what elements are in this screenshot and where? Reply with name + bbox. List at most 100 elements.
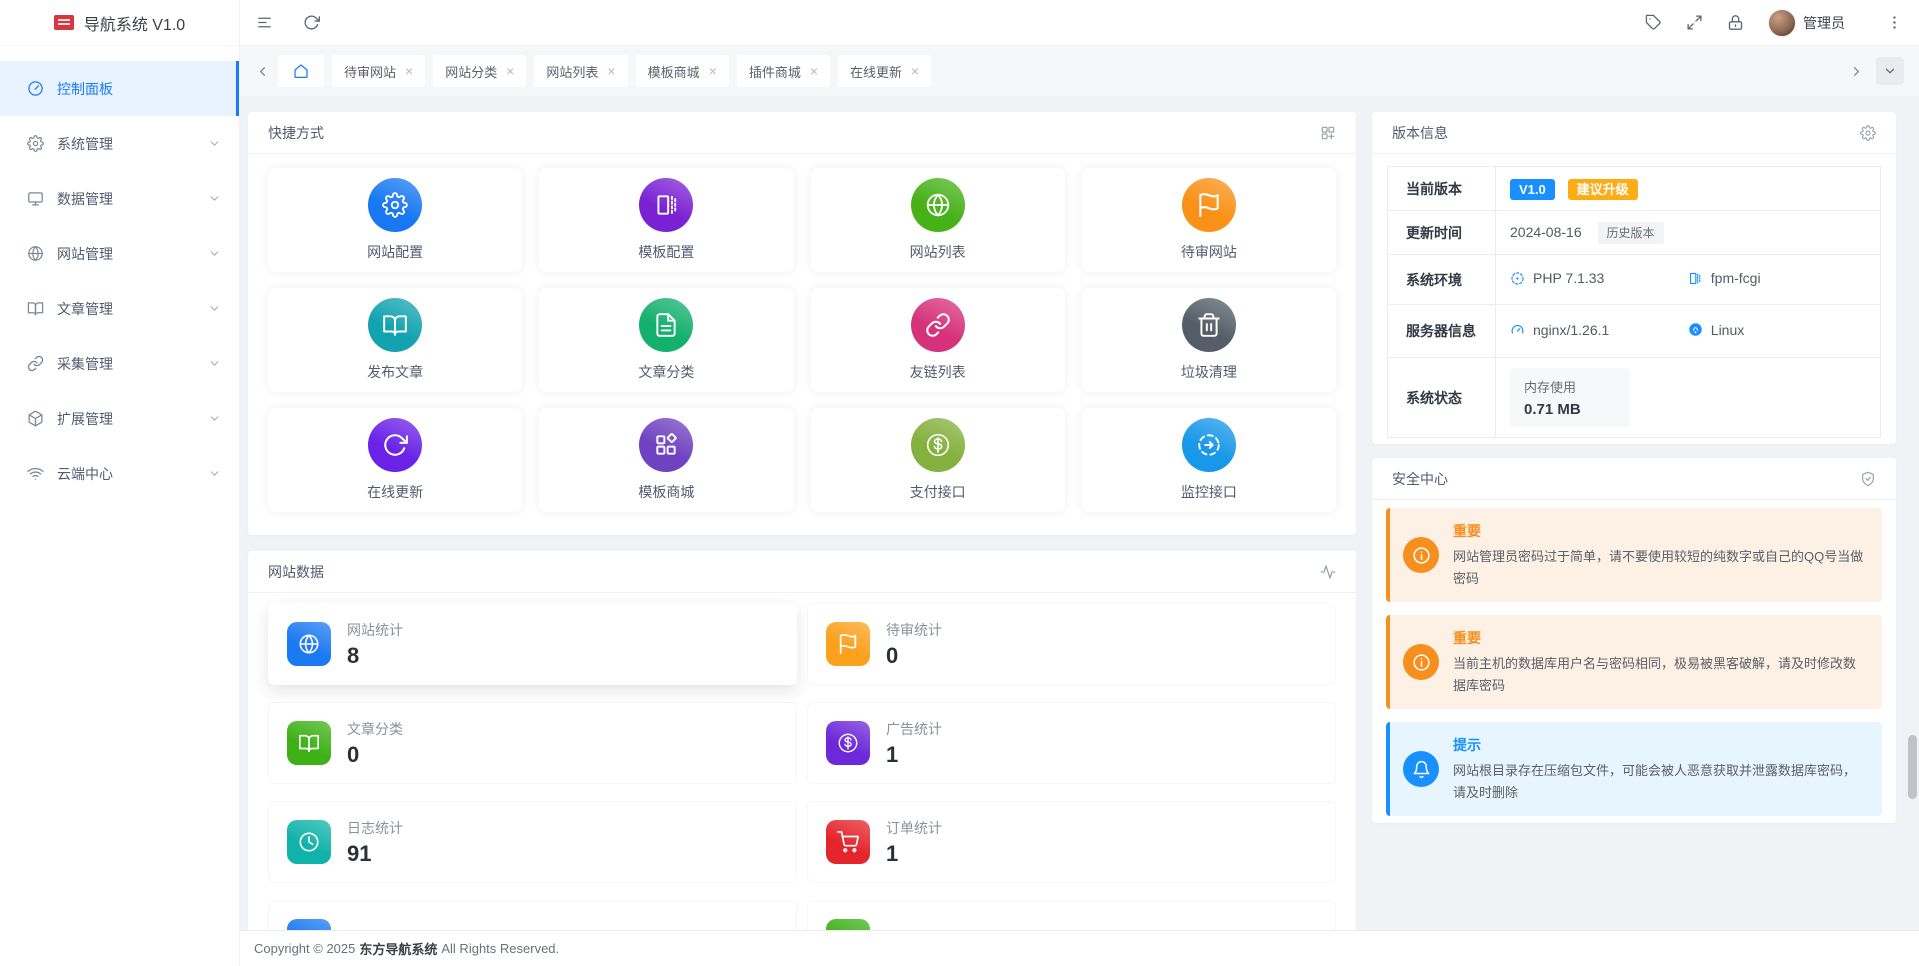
stat-label: 网站统计: [347, 622, 403, 638]
tab-label: 模板商城: [648, 62, 700, 81]
tabs-menu-button[interactable]: [1876, 57, 1904, 85]
lock-icon[interactable]: [1727, 14, 1744, 31]
stat-article-category[interactable]: 文章分类0: [268, 702, 797, 784]
shortcut-publish-article[interactable]: 发布文章: [268, 288, 522, 392]
dashboard-icon: [27, 80, 44, 97]
monitor-icon: [27, 190, 44, 207]
stat-ad-count[interactable]: 广告统计1: [807, 702, 1336, 784]
sidebar-nav: 控制面板 系统管理 数据管理 网站管理 文章管理 采集管理: [0, 46, 239, 501]
sidebar-item-label: 采集管理: [57, 354, 113, 374]
copyright-text: Copyright © 2025: [254, 941, 355, 956]
shortcut-template-store[interactable]: 模板商城: [539, 408, 793, 512]
sidebar-item-extension[interactable]: 扩展管理: [0, 391, 239, 446]
alert-title: 重要: [1453, 521, 1866, 541]
activity-icon[interactable]: [1320, 564, 1336, 580]
sidebar: 导航系统 V1.0 控制面板 系统管理 数据管理 网站管理 文章管理: [0, 0, 240, 966]
shortcut-label: 友链列表: [910, 362, 966, 382]
close-icon[interactable]: ×: [506, 64, 514, 78]
close-icon[interactable]: ×: [911, 64, 919, 78]
shortcut-monitor-api[interactable]: 监控接口: [1082, 408, 1336, 512]
tab-pending-sites[interactable]: 待审网站 ×: [332, 55, 425, 87]
shortcut-trash-clean[interactable]: 垃圾清理: [1082, 288, 1336, 392]
info-icon: [1403, 644, 1439, 680]
alert-zip-file: 提示 网站根目录存在压缩包文件，可能会被人恶意获取并泄露数据库密码，请及时删除: [1386, 722, 1882, 816]
close-icon[interactable]: ×: [405, 64, 413, 78]
home-icon: [293, 63, 309, 79]
shortcut-pending-sites[interactable]: 待审网站: [1082, 168, 1336, 272]
shortcut-label: 在线更新: [367, 482, 423, 502]
shortcut-article-category[interactable]: 文章分类: [539, 288, 793, 392]
tag-icon[interactable]: [1645, 14, 1662, 31]
tab-online-update[interactable]: 在线更新 ×: [838, 55, 931, 87]
close-icon[interactable]: ×: [810, 64, 818, 78]
shortcut-payment-api[interactable]: 支付接口: [811, 408, 1065, 512]
tab-site-list[interactable]: 网站列表 ×: [534, 55, 627, 87]
topbar: 管理员: [240, 0, 1919, 46]
sidebar-item-dashboard[interactable]: 控制面板: [0, 61, 239, 116]
grid-plus-icon[interactable]: [1320, 125, 1336, 141]
more-menu-icon[interactable]: [1886, 14, 1903, 31]
tab-plugin-store[interactable]: 插件商城 ×: [737, 55, 830, 87]
sidebar-item-label: 控制面板: [57, 79, 113, 99]
sidebar-item-article[interactable]: 文章管理: [0, 281, 239, 336]
api-icon: [1196, 432, 1222, 458]
alert-title: 提示: [1453, 735, 1866, 755]
upgrade-badge[interactable]: 建议升级: [1568, 179, 1638, 200]
sidebar-item-site[interactable]: 网站管理: [0, 226, 239, 281]
memory-value: 0.71 MB: [1524, 401, 1616, 418]
shortcut-label: 模板配置: [638, 242, 694, 262]
close-icon[interactable]: ×: [709, 64, 717, 78]
sidebar-item-collect[interactable]: 采集管理: [0, 336, 239, 391]
scrollbar-thumb[interactable]: [1908, 735, 1917, 799]
user-menu[interactable]: 管理员: [1768, 9, 1862, 37]
sidebar-item-label: 数据管理: [57, 189, 113, 209]
version-badge: V1.0: [1510, 179, 1555, 200]
gear-icon[interactable]: [1860, 125, 1876, 141]
shortcut-online-update[interactable]: 在线更新: [268, 408, 522, 512]
shortcut-friend-links[interactable]: 友链列表: [811, 288, 1065, 392]
sidebar-item-cloud[interactable]: 云端中心: [0, 446, 239, 501]
box-icon: [27, 410, 44, 427]
version-info-title: 版本信息: [1392, 123, 1448, 143]
tabbar: 待审网站 × 网站分类 × 网站列表 × 模板商城 × 插件商城 × 在线更新 …: [240, 46, 1919, 96]
file-text-icon: [653, 312, 679, 338]
tab-label: 网站列表: [546, 62, 598, 81]
version-row-label: 服务器信息: [1388, 305, 1496, 358]
avatar: [1768, 9, 1796, 37]
sidebar-item-data[interactable]: 数据管理: [0, 171, 239, 226]
chevron-down-icon: [208, 302, 221, 315]
refresh-icon[interactable]: [303, 14, 320, 31]
tabs-scroll-left-icon[interactable]: [255, 64, 270, 79]
menu-collapse-icon[interactable]: [256, 14, 273, 31]
stat-site-count[interactable]: 网站统计8: [268, 603, 797, 685]
tab-template-store[interactable]: 模板商城 ×: [636, 55, 729, 87]
fullscreen-icon[interactable]: [1686, 14, 1703, 31]
version-info-card: 版本信息 当前版本 V1.0 建议升级 更新时间 2024-08-16 历史版本…: [1372, 112, 1896, 444]
close-icon[interactable]: ×: [607, 64, 615, 78]
gauge-icon: [1510, 322, 1525, 337]
tab-site-category[interactable]: 网站分类 ×: [433, 55, 526, 87]
chevron-down-icon: [1883, 64, 1897, 78]
app-title: 导航系统 V1.0: [84, 11, 185, 35]
sidebar-item-label: 网站管理: [57, 244, 113, 264]
history-version-badge[interactable]: 历史版本: [1598, 222, 1664, 244]
tab-home[interactable]: [278, 55, 324, 87]
php-icon: [1510, 271, 1525, 286]
security-center-card: 安全中心 重要 网站管理员密码过于简单，请不要使用较短的纯数字或自己的QQ号当做…: [1372, 458, 1896, 823]
stat-log-count[interactable]: 日志统计91: [268, 801, 797, 883]
shortcut-site-list[interactable]: 网站列表: [811, 168, 1065, 272]
shortcut-template-config[interactable]: 模板配置: [539, 168, 793, 272]
stat-order-count[interactable]: 订单统计1: [807, 801, 1336, 883]
memory-usage-box: 内存使用 0.71 MB: [1510, 368, 1630, 427]
tab-label: 在线更新: [850, 62, 902, 81]
shortcut-site-config[interactable]: 网站配置: [268, 168, 522, 272]
info-icon: [1403, 537, 1439, 573]
chevron-down-icon: [208, 412, 221, 425]
tab-label: 插件商城: [749, 62, 801, 81]
stat-value: 1: [886, 742, 942, 768]
flag-icon: [1196, 192, 1222, 218]
shield-check-icon[interactable]: [1860, 471, 1876, 487]
stat-pending-count[interactable]: 待审统计0: [807, 603, 1336, 685]
tabs-scroll-right-icon[interactable]: [1849, 64, 1864, 79]
sidebar-item-system[interactable]: 系统管理: [0, 116, 239, 171]
